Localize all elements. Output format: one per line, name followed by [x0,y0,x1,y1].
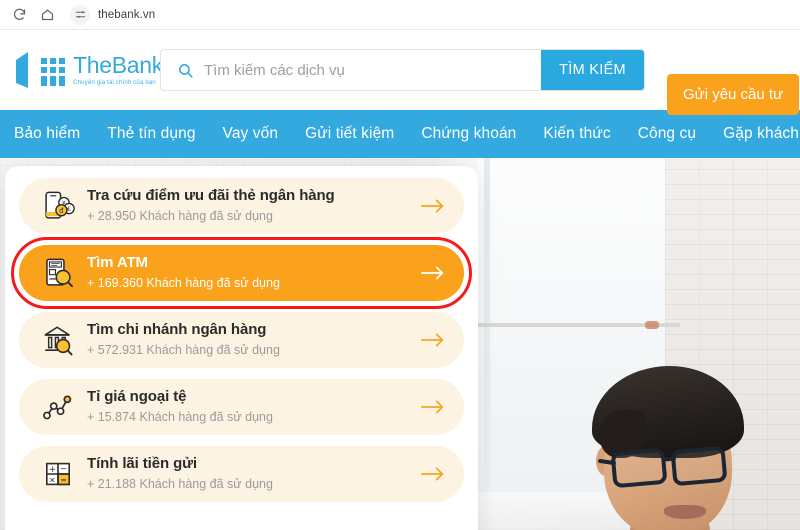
svg-text:€: € [67,206,71,213]
search-input[interactable] [204,61,541,79]
menu-item-text: Tỉ giá ngoại tệ + 15.874 Khách hàng đã s… [81,388,420,426]
arrow-right-icon[interactable] [420,264,446,282]
bank-search-icon [35,323,81,357]
address-bar[interactable]: thebank.vn [70,4,794,26]
menu-item-subtitle: + 28.950 Khách hàng đã sử dụng [87,208,273,223]
logo-text-block: TheBank Chuyên gia tài chính của bạn [73,51,163,86]
search-button[interactable]: TÌM KIẾM [541,50,644,90]
hero-stage: ¥ € đ Tra cứu điểm ưu đãi thẻ ngân hàng … [0,158,800,530]
menu-item-text: Tính lãi tiền gửi + 21.188 Khách hàng đã… [81,455,420,493]
browser-toolbar: thebank.vn [0,0,800,30]
svg-text:+: + [49,465,56,475]
nav-item-kien-thuc[interactable]: Kiến thức [543,125,610,143]
menu-item-text: Tìm chi nhánh ngân hàng + 572.931 Khách … [81,321,420,359]
menu-item-text: Tìm ATM + 169.360 Khách hàng đã sử dụng [81,254,420,292]
menu-item-subtitle: + 572.931 Khách hàng đã sử dụng [87,342,280,357]
url-text: thebank.vn [98,8,156,21]
svg-text:=: = [60,475,67,484]
tune-sliders-icon[interactable] [70,4,90,25]
site-logo[interactable]: TheBank Chuyên gia tài chính của bạn [14,52,163,88]
calculator-icon: + − × = [35,458,81,490]
nav-item-gap-khach-hang[interactable]: Gặp khách hàng [723,125,800,143]
menu-item-tra-cuu-diem-uu-dai[interactable]: ¥ € đ Tra cứu điểm ưu đãi thẻ ngân hàng … [19,178,464,234]
nav-item-vay-von[interactable]: Vay vốn [223,125,279,143]
nav-item-chung-khoan[interactable]: Chứng khoán [421,125,516,143]
nav-item-the-tin-dung[interactable]: Thẻ tín dụng [107,125,195,143]
person-glasses-icon [597,445,740,489]
menu-item-title: Tìm chi nhánh ngân hàng [87,321,267,339]
menu-item-subtitle: + 169.360 Khách hàng đã sử dụng [87,275,280,290]
arrow-right-icon[interactable] [420,331,446,349]
atm-search-icon [35,256,81,290]
menu-item-tim-chi-nhanh[interactable]: Tìm chi nhánh ngân hàng + 572.931 Khách … [19,312,464,368]
search-icon [177,62,194,79]
menu-item-title: Tỉ giá ngoại tệ [87,388,187,406]
menu-item-ti-gia-ngoai-te[interactable]: Tỉ giá ngoại tệ + 15.874 Khách hàng đã s… [19,379,464,435]
hero-curtain-rod-cap [645,321,659,329]
reload-icon[interactable] [6,2,32,28]
svg-text:đ: đ [59,207,64,215]
site-header: TheBank Chuyên gia tài chính của bạn TÌM… [0,30,800,115]
nav-item-gui-tiet-kiem[interactable]: Gửi tiết kiệm [305,125,394,143]
menu-item-text: Tra cứu điểm ưu đãi thẻ ngân hàng + 28.9… [81,187,420,225]
main-navigation: Bảo hiểm Thẻ tín dụng Vay vốn Gửi tiết k… [0,110,800,158]
search-field[interactable] [161,50,541,90]
menu-item-title: Tính lãi tiền gửi [87,455,197,473]
menu-item-tim-atm[interactable]: Tìm ATM + 169.360 Khách hàng đã sử dụng [11,237,472,309]
menu-item-title: Tìm ATM [87,254,148,272]
menu-item-tinh-lai-tien-gui[interactable]: + − × = Tính lãi tiền gửi + 21.188 Khách… [19,446,464,502]
menu-item-subtitle: + 15.874 Khách hàng đã sử dụng [87,409,273,424]
arrow-right-icon[interactable] [420,465,446,483]
logo-tagline: Chuyên gia tài chính của bạn [73,78,156,86]
svg-text:−: − [60,465,67,475]
line-chart-icon [35,390,81,424]
menu-item-title: Tra cứu điểm ưu đãi thẻ ngân hàng [87,187,335,205]
svg-text:×: × [49,475,56,484]
arrow-right-icon[interactable] [420,197,446,215]
home-icon[interactable] [34,2,60,28]
tools-dropdown-panel: ¥ € đ Tra cứu điểm ưu đãi thẻ ngân hàng … [5,166,478,530]
nav-item-cong-cu[interactable]: Công cụ [638,125,696,143]
phone-coins-icon: ¥ € đ [35,189,81,223]
request-consultation-button[interactable]: Gửi yêu cầu tư [667,74,800,115]
person-mouth [664,505,706,519]
search-bar[interactable]: TÌM KIẾM [160,49,645,91]
arrow-right-icon[interactable] [420,398,446,416]
logo-name: TheBank [73,51,163,78]
nav-item-bao-hiem[interactable]: Bảo hiểm [14,125,80,143]
thebank-logo-icon [14,52,67,88]
menu-item-subtitle: + 21.188 Khách hàng đã sử dụng [87,476,273,491]
